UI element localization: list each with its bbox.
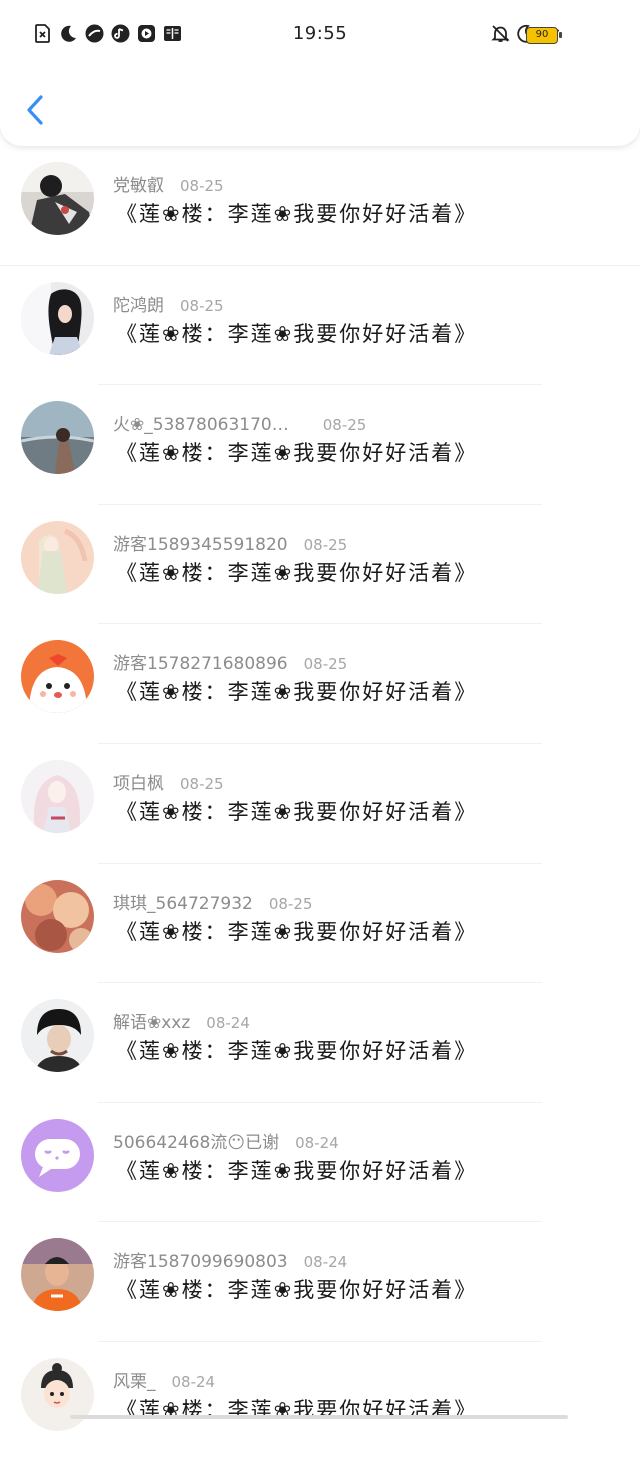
avatar[interactable]: [21, 1238, 94, 1312]
comment-date: 08-25: [268, 894, 313, 913]
back-button[interactable]: [18, 90, 54, 130]
username: 游客1578271680896 08-25: [113, 649, 347, 674]
comment-date: 08-24: [295, 1133, 339, 1152]
avatar[interactable]: [21, 281, 94, 355]
list-item[interactable]: 游客1589345591820 08-25 《莲❀楼：李莲❀我要你好好活着》: [0, 505, 640, 625]
list-item[interactable]: 506642468流😶已谢 08-24 《莲❀楼：李莲❀我要你好好活着》: [0, 1103, 640, 1223]
avatar[interactable]: [21, 879, 94, 953]
comment-date: 08-25: [180, 774, 224, 793]
list-item[interactable]: 风栗_ 08-24 《莲❀楼：李莲❀我要你好好活着》: [0, 1342, 640, 1462]
comment-date: 08-24: [303, 1253, 348, 1272]
comment-title: 《莲❀楼：李莲❀我要你好好活着》: [116, 680, 478, 705]
comment-date: 08-24: [171, 1372, 216, 1391]
list-item[interactable]: 游客1578271680896 08-25 《莲❀楼：李莲❀我要你好好活着》: [0, 624, 640, 744]
username-text: 琪琪_564727932: [113, 893, 253, 914]
avatar[interactable]: [21, 999, 94, 1073]
mute-bell-icon: [491, 24, 510, 43]
comment-date: 08-25: [322, 416, 367, 435]
comment-title: 《莲❀楼：李莲❀我要你好好活着》: [116, 202, 478, 226]
username: 党敏叡 08-25: [113, 171, 224, 196]
comment-date: 08-25: [303, 655, 348, 674]
avatar[interactable]: [21, 759, 94, 833]
username-text: 解语❀xxz: [113, 1013, 191, 1034]
username-text: 陀鸿朗: [113, 295, 164, 316]
username-text: 游客1589345591820: [113, 534, 288, 555]
username: 风栗_ 08-24: [113, 1367, 215, 1392]
comment-title: 《莲❀楼：李莲❀我要你好好活着》: [116, 799, 478, 824]
list-item[interactable]: 火❀_53878063170… 08-25 《莲❀楼：李莲❀我要你好好活着》: [0, 385, 640, 505]
username: 陀鸿朗 08-25: [113, 291, 224, 316]
comment-title: 《莲❀楼：李莲❀我要你好好活着》: [116, 919, 478, 944]
chevron-left-icon: [27, 95, 43, 125]
scrollbar[interactable]: [70, 1415, 568, 1419]
battery-indicator: 90: [526, 27, 562, 44]
comment-title: 《莲❀楼：李莲❀我要你好好活着》: [116, 1278, 478, 1303]
list-item[interactable]: 解语❀xxz 08-24 《莲❀楼：李莲❀我要你好好活着》: [0, 983, 640, 1103]
list-item[interactable]: 项白枫 08-25 《莲❀楼：李莲❀我要你好好活着》: [0, 744, 640, 864]
status-bar: 19:55 90: [0, 0, 640, 72]
comment-title: 《莲❀楼：李莲❀我要你好好活着》: [116, 441, 478, 466]
comment-title: 《莲❀楼：李莲❀我要你好好活着》: [116, 560, 478, 585]
comment-title: 《莲❀楼：李莲❀我要你好好活着》: [116, 1158, 478, 1183]
comment-date: 08-25: [180, 177, 224, 195]
app-header: 19:55 90: [0, 0, 640, 146]
avatar[interactable]: [21, 1118, 94, 1192]
username-text: 项白枫: [113, 773, 164, 794]
list-item[interactable]: 游客1587099690803 08-24 《莲❀楼：李莲❀我要你好好活着》: [0, 1222, 640, 1342]
username: 游客1589345591820 08-25: [113, 530, 347, 555]
username: 506642468流😶已谢 08-24: [113, 1128, 339, 1153]
avatar[interactable]: [21, 520, 94, 594]
comment-title: 《莲❀楼：李莲❀我要你好好活着》: [116, 1397, 478, 1422]
comment-date: 08-24: [206, 1014, 250, 1033]
comment-list: 党敏叡 08-25 《莲❀楼：李莲❀我要你好好活着》 陀鸿朗 08-25 《莲❀楼：…: [0, 146, 640, 1462]
username-text: 游客1578271680896: [113, 654, 288, 675]
avatar[interactable]: [21, 162, 94, 235]
comment-title: 《莲❀楼：李莲❀我要你好好活着》: [116, 1039, 478, 1064]
comment-date: 08-25: [303, 535, 348, 554]
list-item[interactable]: 陀鸿朗 08-25 《莲❀楼：李莲❀我要你好好活着》: [0, 266, 640, 386]
username-text: 风栗_: [113, 1371, 156, 1392]
list-item[interactable]: 琪琪_564727932 08-25 《莲❀楼：李莲❀我要你好好活着》: [0, 864, 640, 984]
username: 项白枫 08-25: [113, 769, 224, 794]
username: 解语❀xxz 08-24: [113, 1008, 250, 1033]
avatar[interactable]: [21, 1357, 94, 1431]
username: 火❀_53878063170… 08-25: [113, 410, 366, 435]
list-item[interactable]: 党敏叡 08-25 《莲❀楼：李莲❀我要你好好活着》: [0, 146, 640, 266]
username-text: 党敏叡: [113, 176, 164, 196]
comment-date: 08-25: [180, 296, 224, 315]
username-text: 506642468流😶已谢: [113, 1132, 280, 1153]
username: 琪琪_564727932 08-25: [113, 889, 312, 914]
avatar[interactable]: [21, 401, 94, 475]
comment-title: 《莲❀楼：李莲❀我要你好好活着》: [116, 321, 478, 346]
username-text: 游客1587099690803: [113, 1252, 288, 1273]
username-text: 火❀_53878063170…: [113, 415, 289, 436]
username: 游客1587099690803 08-24: [113, 1247, 347, 1272]
avatar[interactable]: [21, 640, 94, 714]
